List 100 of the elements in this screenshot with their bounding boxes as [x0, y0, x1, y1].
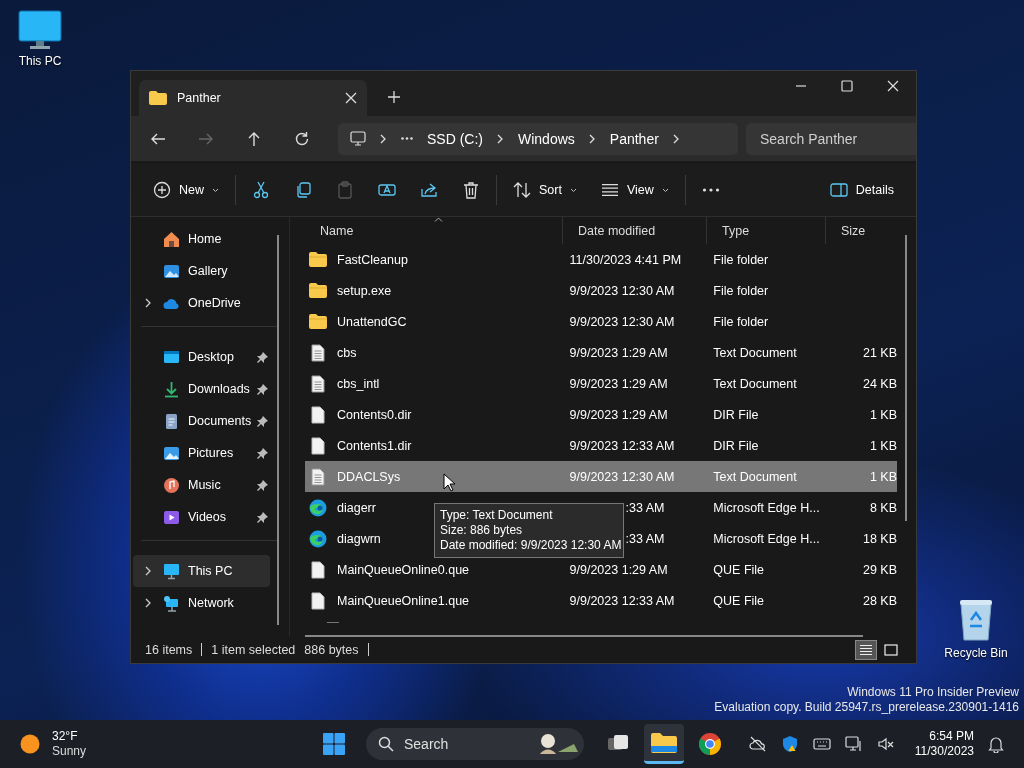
sidebar-item[interactable]: Downloads	[133, 373, 270, 405]
date-modified: 9/9/2023 1:29 AM	[568, 562, 669, 577]
column-header[interactable]: Name	[305, 217, 563, 244]
scissors-icon	[252, 181, 270, 199]
sort-caret-icon	[433, 217, 443, 222]
file-type: File folder	[712, 252, 770, 267]
breadcrumb-item[interactable]: SSD (C:)	[427, 130, 483, 147]
sidebar-item[interactable]: Pictures	[133, 437, 270, 469]
column-header[interactable]: Type	[707, 217, 826, 244]
sidebar-item[interactable]: Videos	[133, 501, 270, 533]
pin-icon[interactable]	[257, 511, 268, 523]
weather-widget[interactable]: 32°F Sunny	[20, 729, 140, 759]
sidebar-item[interactable]: Documents	[133, 405, 270, 437]
chevron-icon[interactable]	[144, 566, 152, 576]
sort-button[interactable]: Sort	[501, 175, 589, 205]
file-explorer-button[interactable]	[644, 724, 684, 764]
pc-icon	[163, 562, 180, 580]
pin-icon[interactable]	[257, 383, 268, 395]
copy-icon	[294, 181, 312, 199]
file-name: Contents1.dir	[337, 438, 412, 453]
recycle-bin-icon[interactable]	[958, 598, 994, 642]
taskbar-search-field[interactable]: Search	[366, 728, 584, 760]
chevron-icon[interactable]	[672, 133, 680, 144]
date-modified: :33 AM	[624, 500, 666, 515]
volume-muted-icon[interactable]	[876, 735, 895, 753]
date-modified: 9/9/2023 1:29 AM	[568, 345, 669, 360]
add-tab-icon[interactable]	[388, 91, 400, 103]
details-view-button[interactable]	[855, 639, 877, 660]
close-icon[interactable]	[887, 80, 899, 92]
file-name: MainQueueOnline1.que	[337, 593, 470, 608]
file-type: Text Document	[712, 345, 798, 360]
column-header[interactable]: Date modified	[563, 217, 707, 244]
sidebar-item[interactable]: OneDrive	[133, 287, 270, 319]
documents-icon	[163, 412, 180, 430]
sidebar-item[interactable]: Network	[133, 587, 270, 619]
details-button[interactable]: Details	[817, 177, 906, 203]
file-type: Text Document	[712, 469, 798, 484]
pin-icon[interactable]	[257, 447, 268, 459]
date-modified: 9/9/2023 12:30 AM	[568, 314, 676, 329]
chevron-icon[interactable]	[144, 298, 152, 308]
start-icon[interactable]	[322, 732, 346, 756]
chevron-icon	[380, 133, 387, 144]
gallery-icon	[163, 262, 180, 280]
desktop-icon-label[interactable]: This PC	[18, 54, 62, 68]
maximize-icon[interactable]	[841, 80, 853, 92]
pin-icon[interactable]	[257, 415, 268, 427]
cloud-off-icon[interactable]	[748, 735, 767, 753]
shield-icon[interactable]	[780, 735, 799, 753]
temperature: 32°F	[52, 729, 79, 744]
chevron-icon[interactable]	[144, 598, 152, 608]
bell-icon[interactable]	[988, 735, 1004, 753]
file-size: 28 KB	[862, 593, 897, 608]
file-name: Contents0.dir	[337, 407, 412, 422]
search-field[interactable]: Search Panther	[746, 122, 916, 155]
sidebar-item[interactable]: Home	[133, 223, 270, 255]
chevron-icon[interactable]	[588, 133, 596, 144]
column-header[interactable]: Size	[826, 217, 898, 244]
keyboard-icon[interactable]	[812, 735, 831, 753]
more-icon[interactable]	[401, 137, 413, 140]
sidebar-item[interactable]: Desktop	[133, 341, 270, 373]
view-button[interactable]: View	[588, 175, 681, 205]
address-bar[interactable]: SSD (C:) Windows Panther	[338, 122, 738, 155]
pin-icon[interactable]	[257, 479, 268, 491]
breadcrumb-item[interactable]: Windows	[518, 130, 575, 147]
date-modified: 9/9/2023 1:29 AM	[568, 407, 669, 422]
file-size: 24 KB	[862, 376, 897, 391]
clock[interactable]: 6:54 PM 11/30/2023	[914, 729, 974, 759]
clock-date: 11/30/2023	[914, 744, 974, 759]
tab-title: Panther	[177, 91, 222, 105]
search-icon	[378, 736, 394, 752]
monitor-icon[interactable]	[18, 10, 62, 50]
up-arrow-icon[interactable]	[246, 130, 262, 147]
refresh-icon[interactable]	[294, 130, 310, 147]
desktop-icon-label[interactable]: Recycle Bin	[944, 646, 1008, 660]
folder-icon	[309, 283, 327, 298]
breadcrumb-item[interactable]: Panther	[609, 130, 659, 147]
window-tab[interactable]: Panther	[139, 80, 367, 116]
sidebar-item[interactable]: This PC	[133, 555, 270, 587]
list-lines-icon	[859, 643, 873, 656]
watermark-text: Windows 11 Pro Insider Preview	[846, 685, 1019, 700]
home-icon	[163, 230, 180, 248]
folder-icon	[149, 91, 167, 105]
plus-circle-icon	[153, 181, 171, 199]
file-size: 1 KB	[869, 438, 897, 453]
close-icon[interactable]	[345, 92, 357, 104]
network-icon[interactable]	[844, 735, 863, 753]
file-type: QUE File	[712, 593, 766, 608]
new-button[interactable]: New	[141, 175, 231, 205]
share-icon	[420, 181, 438, 199]
sidebar-item[interactable]: Gallery	[133, 255, 270, 287]
pin-icon[interactable]	[257, 351, 268, 363]
file-size: 1 KB	[869, 469, 897, 484]
file-size: 8 KB	[869, 500, 897, 515]
sidebar-item[interactable]: Music	[133, 469, 270, 501]
file-type: QUE File	[712, 562, 766, 577]
search-input[interactable]: Search	[402, 735, 516, 753]
browser-logo-icon	[309, 498, 327, 517]
folder-icon	[309, 314, 327, 329]
status-text: 1 item selected	[211, 642, 296, 657]
chevron-icon[interactable]	[497, 133, 504, 144]
